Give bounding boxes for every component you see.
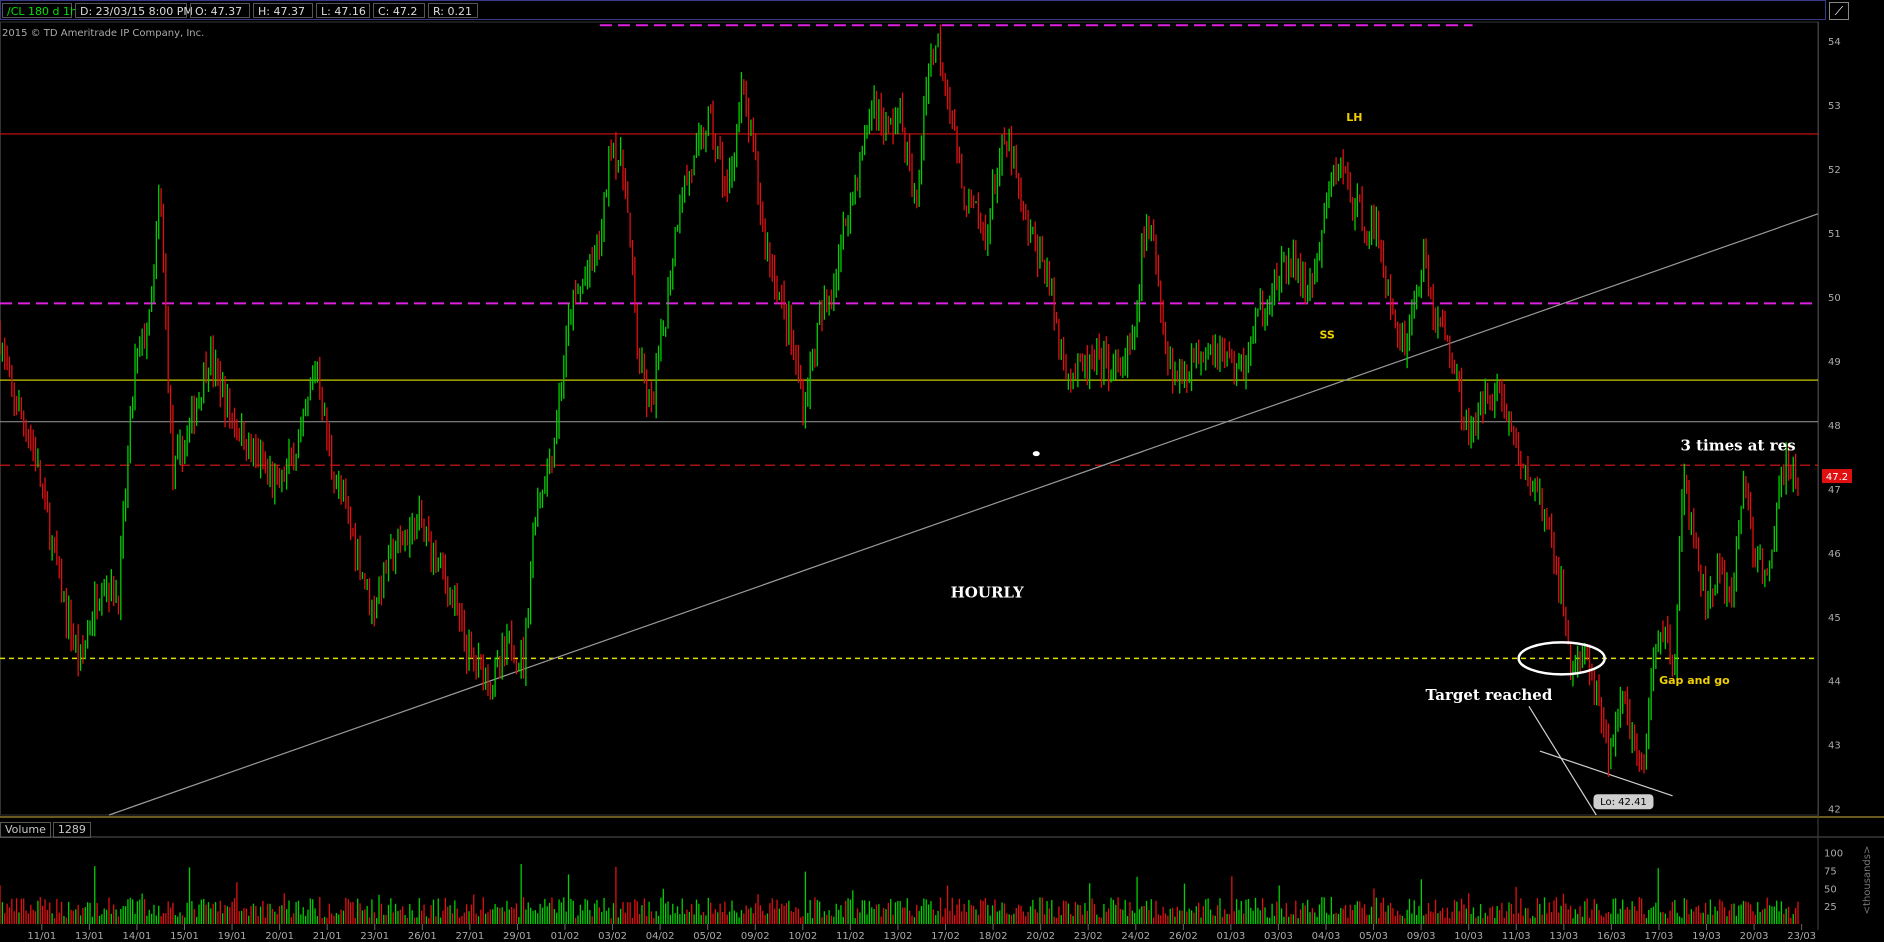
last-price-label: 47.2 xyxy=(1826,472,1848,483)
low-label: Lo: 42.41 xyxy=(1600,797,1647,808)
volume-header: Volume 1289 xyxy=(0,822,93,838)
x-tick-label: 10/02 xyxy=(788,931,817,942)
x-tick-label: 04/03 xyxy=(1312,931,1341,942)
y-tick-label: 54 xyxy=(1828,37,1841,48)
y-tick-label: 48 xyxy=(1828,421,1841,432)
volume-tick-label: 50 xyxy=(1824,884,1837,895)
x-tick-label: 20/02 xyxy=(1026,931,1055,942)
y-tick-label: 45 xyxy=(1828,613,1841,624)
x-tick-label: 10/03 xyxy=(1454,931,1483,942)
y-tick-label: 51 xyxy=(1828,229,1841,240)
x-tick-label: 11/02 xyxy=(836,931,865,942)
x-tick-label: 29/01 xyxy=(503,931,532,942)
falling-trendline xyxy=(1528,705,1597,816)
x-tick-label: 11/03 xyxy=(1502,931,1531,942)
x-tick-label: 13/01 xyxy=(75,931,104,942)
candles xyxy=(0,24,1799,777)
x-tick-label: 01/03 xyxy=(1216,931,1245,942)
y-tick-label: 52 xyxy=(1828,165,1841,176)
x-tick-label: 03/02 xyxy=(598,931,627,942)
x-tick-label: 01/02 xyxy=(551,931,580,942)
x-tick-label: 27/01 xyxy=(455,931,484,942)
y-tick-label: 53 xyxy=(1828,101,1841,112)
y-tick-label: 42 xyxy=(1828,805,1841,816)
level-lines xyxy=(0,24,1818,660)
wedge-lower-line xyxy=(1539,750,1673,797)
marker-dot xyxy=(1032,451,1040,457)
volume-bars xyxy=(0,863,1799,924)
x-tick-label: 17/02 xyxy=(931,931,960,942)
x-tick-label: 21/01 xyxy=(313,931,342,942)
x-tick-label: 20/01 xyxy=(265,931,294,942)
volume-tick-label: 100 xyxy=(1824,849,1843,860)
grid xyxy=(0,21,1884,930)
x-tick-label: 16/03 xyxy=(1597,931,1626,942)
volume-tick-label: 75 xyxy=(1824,867,1837,878)
x-tick-label: 23/01 xyxy=(360,931,389,942)
y-tick-label: 44 xyxy=(1828,677,1841,688)
annotation-label: 3 times at res xyxy=(1680,436,1795,454)
volume-value: 1289 xyxy=(52,822,91,838)
x-tick-label: 17/03 xyxy=(1645,931,1674,942)
annotation-label: Gap and go xyxy=(1659,674,1730,687)
x-tick-label: 15/01 xyxy=(170,931,199,942)
annotation-label: LH xyxy=(1346,111,1362,124)
volume-label: Volume xyxy=(0,822,51,838)
y-tick-label: 50 xyxy=(1828,293,1841,304)
x-tick-label: 04/02 xyxy=(646,931,675,942)
annotation-label: Target reached xyxy=(1426,686,1553,704)
x-tick-label: 09/02 xyxy=(741,931,770,942)
x-tick-label: 18/02 xyxy=(979,931,1008,942)
x-tick-label: 20/03 xyxy=(1740,931,1769,942)
volume-tick-label: 25 xyxy=(1824,902,1837,913)
x-tick-label: 26/01 xyxy=(408,931,437,942)
x-tick-label: 05/03 xyxy=(1359,931,1388,942)
annotation-label: HOURLY xyxy=(951,584,1024,602)
x-tick-label: 26/02 xyxy=(1169,931,1198,942)
x-tick-label: 13/02 xyxy=(884,931,913,942)
x-tick-label: 11/01 xyxy=(27,931,56,942)
volume-unit-label: <thousands> xyxy=(1862,846,1873,915)
x-tick-label: 13/03 xyxy=(1549,931,1578,942)
x-tick-label: 23/03 xyxy=(1787,931,1816,942)
x-tick-label: 19/03 xyxy=(1692,931,1721,942)
annotation-label: SS xyxy=(1319,329,1334,342)
y-tick-label: 47 xyxy=(1828,485,1841,496)
y-tick-label: 49 xyxy=(1828,357,1841,368)
x-tick-label: 24/02 xyxy=(1121,931,1150,942)
y-tick-label: 43 xyxy=(1828,741,1841,752)
annotations: LH SS HOURLY 3 times at res Target reached Ga… xyxy=(951,111,1852,810)
y-tick-label: 46 xyxy=(1828,549,1841,560)
x-tick-label: 14/01 xyxy=(123,931,152,942)
time-axis: 11/01 13/01 14/01 15/01 19/01 20/01 21/01 23/01… xyxy=(27,924,1816,942)
price-chart: 54 53 52 51 50 49 48 47 46 45 44 43 42 100 75 50 25 <thou… xyxy=(0,21,1884,942)
x-tick-label: 23/02 xyxy=(1074,931,1103,942)
x-tick-label: 09/03 xyxy=(1407,931,1436,942)
x-tick-label: 19/01 xyxy=(218,931,247,942)
x-tick-label: 05/02 xyxy=(693,931,722,942)
x-tick-label: 03/03 xyxy=(1264,931,1293,942)
